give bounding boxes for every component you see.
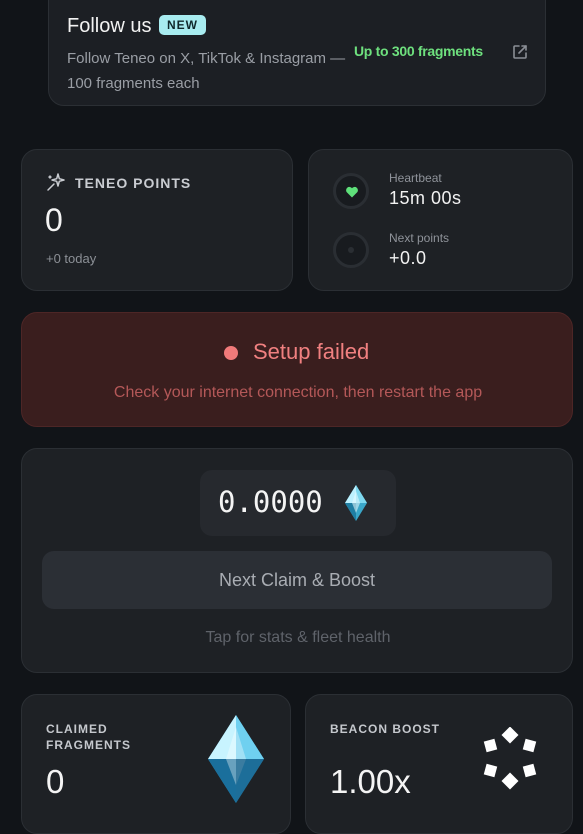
teneo-points-card: TENEO POINTS 0 +0 today (21, 149, 293, 291)
beacon-icon (483, 727, 537, 790)
new-badge: NEW (159, 15, 206, 35)
heartbeat-label: Heartbeat (389, 171, 442, 185)
fragments-value: 0 (46, 763, 65, 800)
setup-status-card: Setup failed Check your internet connect… (21, 312, 573, 427)
follow-description: Follow Teneo on X, TikTok & Instagram — … (67, 50, 346, 92)
heartbeat-ring (333, 173, 369, 209)
heart-icon (346, 186, 358, 198)
external-link-icon[interactable] (511, 43, 529, 61)
heartbeat-value: 15m 00s (389, 188, 462, 208)
error-status-dot (224, 346, 238, 360)
setup-status-message: Check your internet connection, then res… (113, 384, 483, 401)
balance-value: 0.0000 (218, 485, 323, 519)
next-points-dot (348, 247, 354, 253)
next-claim-boost-button[interactable]: Next Claim & Boost (42, 551, 552, 609)
fragments-label: CLAIMED FRAGMENTS (46, 722, 131, 752)
follow-title: Follow us (67, 15, 152, 37)
sparkle-icon (47, 173, 65, 191)
heartbeat-card: Heartbeat 15m 00s Next points +0.0 (308, 149, 573, 291)
beacon-boost-card: BEACON BOOST 1.00x (305, 694, 573, 834)
claim-hint: Tap for stats & fleet health (205, 629, 391, 646)
fragment-balance: 0.0000 (200, 470, 396, 536)
claim-card[interactable]: 0.0000 Next Claim & Boost Tap for stats … (21, 448, 573, 673)
follow-us-card[interactable]: Follow us NEW Follow Teneo on X, TikTok … (48, 0, 546, 106)
fragments-reward: Up to 300 fragments (354, 43, 483, 59)
next-points-label: Next points (389, 231, 450, 245)
crystal-icon (208, 715, 264, 803)
beacon-value: 1.00x (330, 763, 411, 800)
setup-status-title: Setup failed (253, 339, 370, 364)
points-value: 0 (45, 202, 63, 238)
points-label: TENEO POINTS (75, 175, 192, 191)
beacon-label: BEACON BOOST (330, 722, 441, 736)
crystal-icon (345, 485, 367, 521)
claimed-fragments-card: CLAIMED FRAGMENTS 0 (21, 694, 291, 834)
points-today: +0 today (46, 251, 97, 266)
next-points-value: +0.0 (389, 248, 427, 268)
next-points-ring (333, 232, 369, 268)
